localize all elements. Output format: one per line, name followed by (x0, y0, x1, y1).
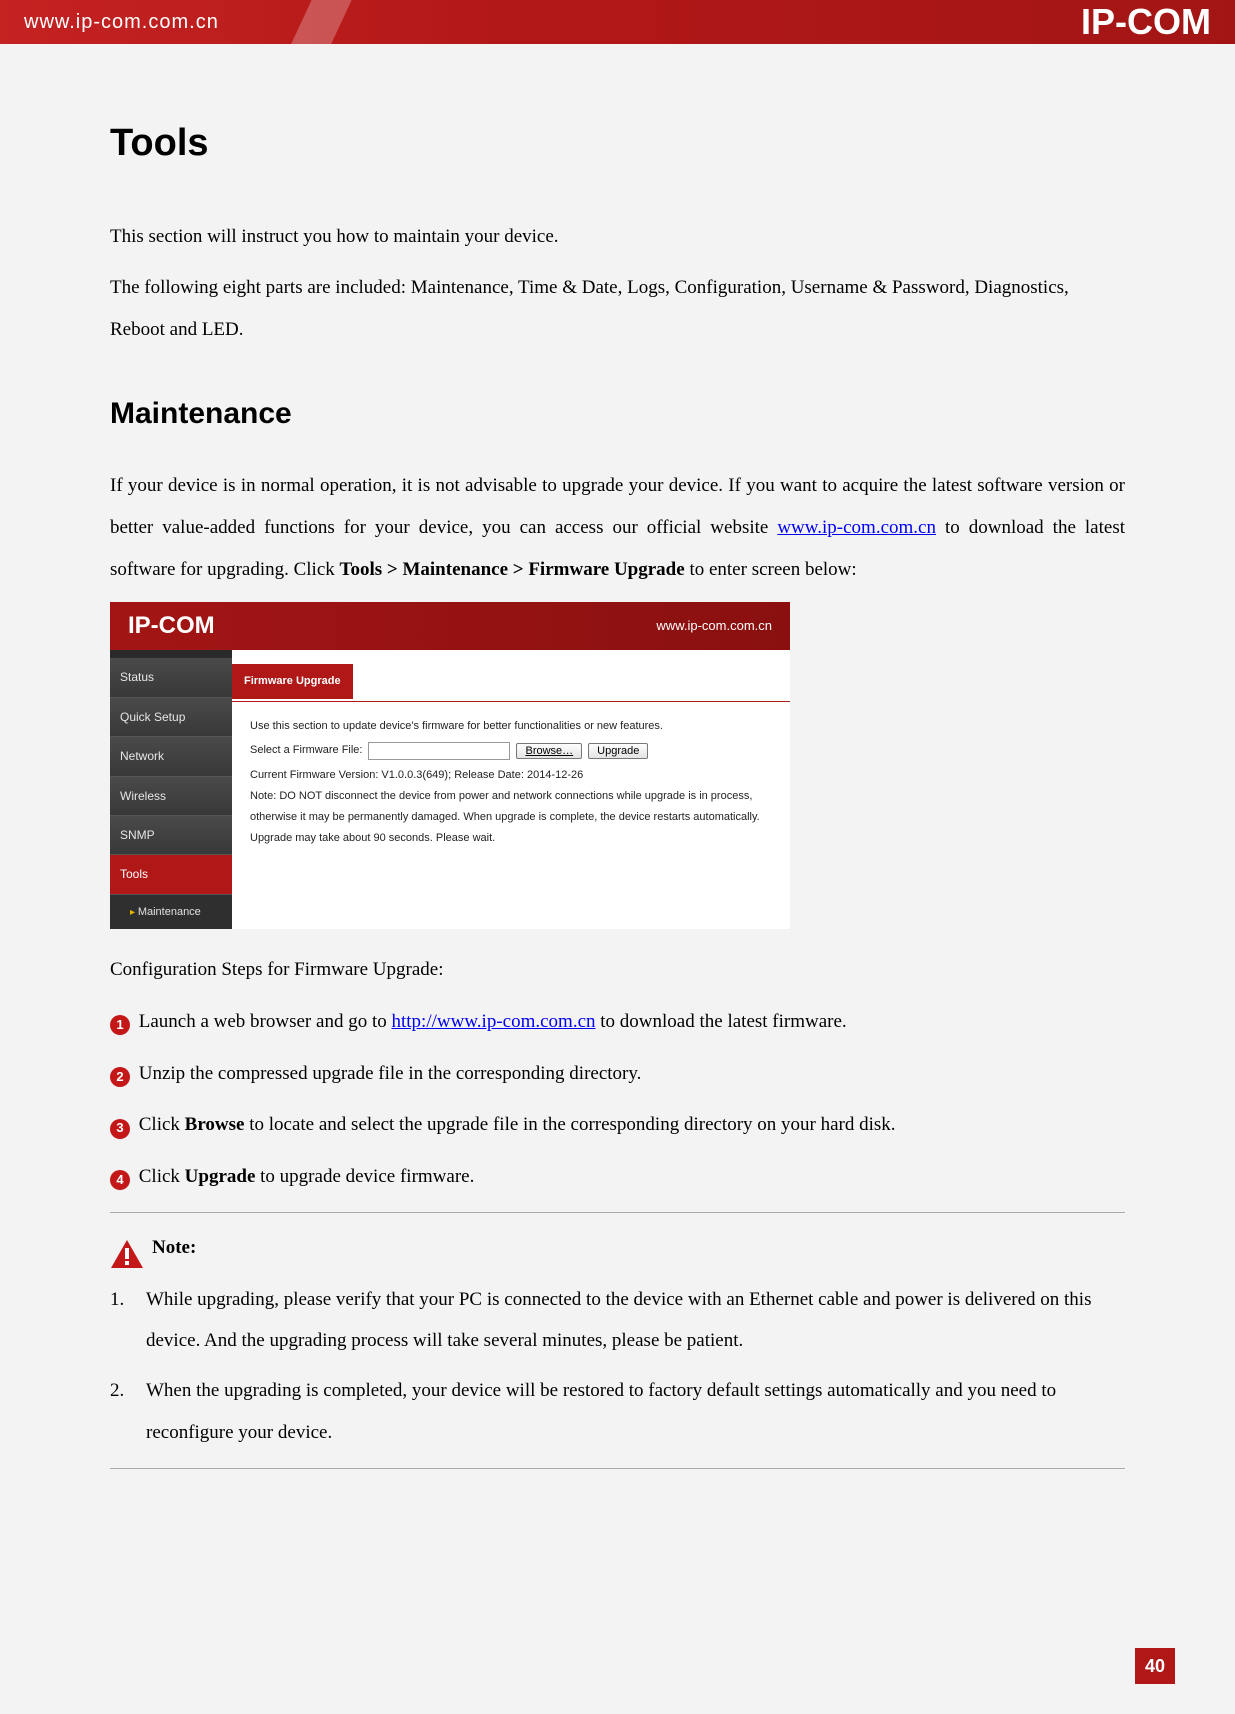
intro-paragraph-1: This section will instruct you how to ma… (110, 216, 1125, 258)
ss-file-input[interactable] (368, 742, 510, 760)
text: Click (134, 1166, 185, 1187)
maintenance-paragraph: If your device is in normal operation, i… (110, 465, 1125, 590)
note-1-number: 1. (110, 1279, 128, 1363)
nav-network[interactable]: Network (110, 737, 232, 776)
text: Unzip the compressed upgrade file in the… (134, 1063, 641, 1084)
nav-snmp[interactable]: SNMP (110, 816, 232, 855)
bullet-1-icon: 1 (110, 1015, 130, 1035)
ss-note: Note: DO NOT disconnect the device from … (250, 786, 772, 849)
website-link[interactable]: www.ip-com.com.cn (777, 517, 936, 538)
bullet-4-icon: 4 (110, 1170, 130, 1190)
text: Browse (185, 1114, 245, 1135)
text: Launch a web browser and go to (134, 1011, 391, 1032)
nav-status[interactable]: Status (110, 658, 232, 697)
step-3: 3 Click Browse to locate and select the … (110, 1104, 1125, 1146)
note-1: 1. While upgrading, please verify that y… (110, 1279, 1125, 1363)
nav-wireless[interactable]: Wireless (110, 777, 232, 816)
note-header: Note: (110, 1227, 1125, 1269)
ss-file-row: Select a Firmware File: Browse… Upgrade (250, 740, 772, 761)
warning-icon (110, 1239, 144, 1269)
note-2-text: When the upgrading is completed, your de… (146, 1370, 1125, 1454)
note-2-number: 2. (110, 1370, 128, 1454)
bullet-2-icon: 2 (110, 1067, 130, 1087)
ss-logo: IP-COM (128, 600, 215, 653)
nav-quick-setup[interactable]: Quick Setup (110, 698, 232, 737)
upgrade-button[interactable]: Upgrade (588, 743, 648, 759)
page-header: www.ip-com.com.cn IP-COM (0, 0, 1235, 44)
step-1: 1 Launch a web browser and go to http://… (110, 1001, 1125, 1043)
header-logo: IP-COM (1081, 1, 1211, 43)
note-label: Note: (152, 1227, 196, 1269)
ss-header: IP-COM www.ip-com.com.cn (110, 602, 790, 650)
page-body: Tools This section will instruct you how… (0, 44, 1235, 1714)
text: to enter screen below: (685, 559, 857, 580)
nav-tools[interactable]: Tools (110, 855, 232, 894)
page-number: 40 (1135, 1648, 1175, 1684)
ss-tab-firmware[interactable]: Firmware Upgrade (232, 664, 353, 698)
steps-title: Configuration Steps for Firmware Upgrade… (110, 949, 1125, 991)
nav-path: Tools > Maintenance > Firmware Upgrade (340, 559, 685, 580)
text: to upgrade device firmware. (255, 1166, 474, 1187)
ss-select-label: Select a Firmware File: (250, 740, 362, 761)
ss-sidebar: Status Quick Setup Network Wireless SNMP… (110, 650, 232, 929)
step-2: 2 Unzip the compressed upgrade file in t… (110, 1053, 1125, 1095)
text: to locate and select the upgrade file in… (244, 1114, 895, 1135)
note-1-text: While upgrading, please verify that your… (146, 1279, 1125, 1363)
ss-tabline: Firmware Upgrade (232, 658, 790, 701)
ss-panel: Use this section to update device's firm… (232, 702, 790, 863)
nav-maintenance[interactable]: Maintenance (110, 895, 232, 929)
intro-paragraph-2: The following eight parts are included: … (110, 267, 1125, 351)
note-2: 2. When the upgrading is completed, your… (110, 1370, 1125, 1454)
ss-body: Status Quick Setup Network Wireless SNMP… (110, 650, 790, 929)
ss-version: Current Firmware Version: V1.0.0.3(649);… (250, 765, 772, 786)
text: Click (134, 1114, 185, 1135)
heading-maintenance: Maintenance (110, 381, 1125, 447)
browse-button[interactable]: Browse… (516, 743, 582, 759)
text: to download the latest firmware. (596, 1011, 847, 1032)
bullet-3-icon: 3 (110, 1119, 130, 1139)
step-4: 4 Click Upgrade to upgrade device firmwa… (110, 1156, 1125, 1198)
ss-desc: Use this section to update device's firm… (250, 716, 772, 737)
firmware-screenshot: IP-COM www.ip-com.com.cn Status Quick Se… (110, 602, 790, 929)
text: Upgrade (185, 1166, 256, 1187)
divider (110, 1468, 1125, 1469)
header-url: www.ip-com.com.cn (24, 11, 219, 34)
ss-url: www.ip-com.com.cn (656, 612, 772, 641)
heading-tools: Tools (110, 102, 1125, 186)
content: Tools This section will instruct you how… (110, 102, 1125, 1469)
divider (110, 1212, 1125, 1213)
ss-main: Firmware Upgrade Use this section to upd… (232, 650, 790, 929)
download-link[interactable]: http://www.ip-com.com.cn (391, 1011, 595, 1032)
